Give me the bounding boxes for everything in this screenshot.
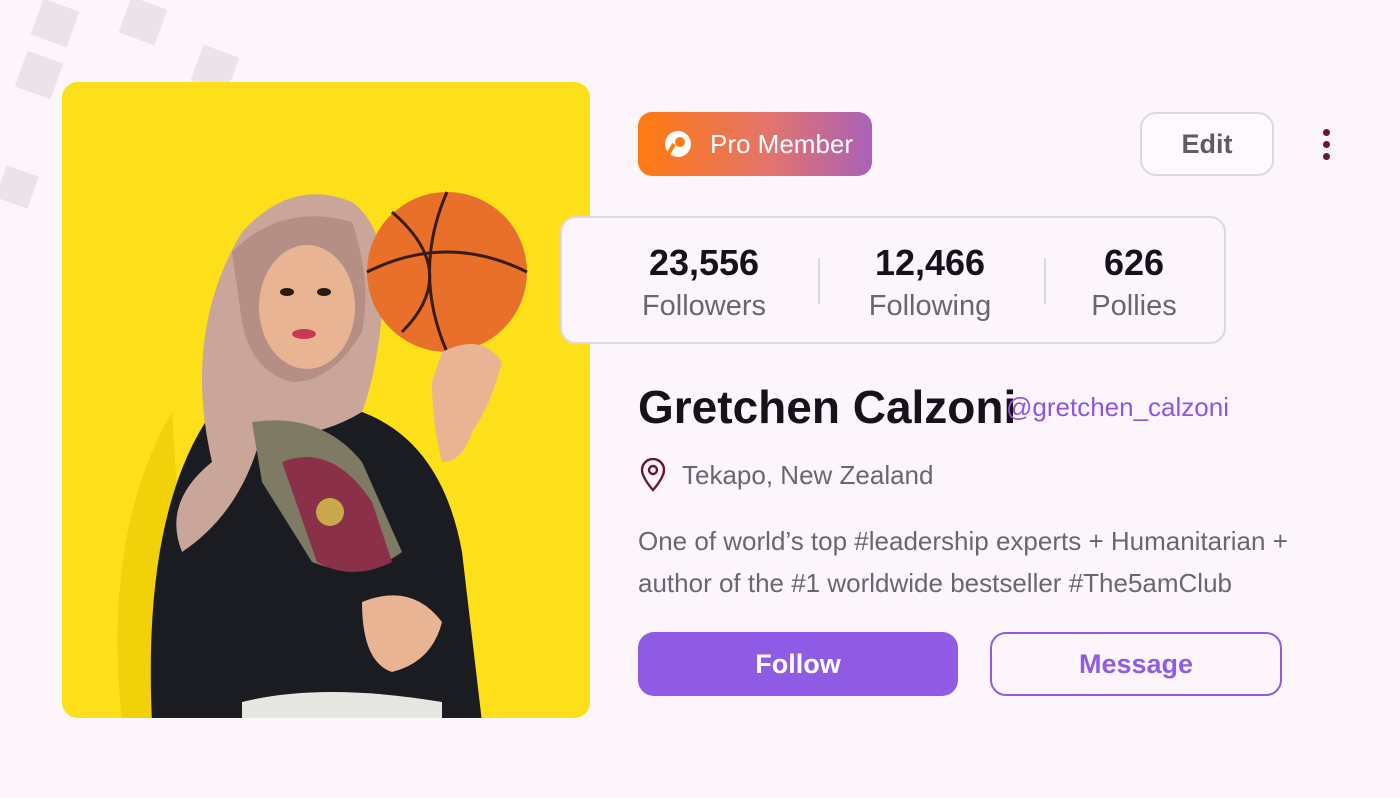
profile-photo xyxy=(62,82,590,718)
more-vertical-icon[interactable] xyxy=(1312,124,1340,164)
pro-logo-icon xyxy=(664,131,691,159)
stat-followers[interactable]: 23,556 Followers xyxy=(604,240,804,326)
stat-following[interactable]: 12,466 Following xyxy=(830,240,1030,326)
followers-label: Followers xyxy=(641,290,767,322)
stats-card: 23,556 Followers 12,466 Following 626 Po… xyxy=(560,216,1226,344)
profile-bio: One of world’s top #leadership experts +… xyxy=(638,526,1288,598)
pollies-count: 626 xyxy=(1103,242,1165,283)
location-text: Tekapo, New Zealand xyxy=(682,459,934,490)
more-dot xyxy=(1322,152,1330,160)
profile-name: Gretchen Calzoni xyxy=(638,381,1017,433)
pro-member-label: Pro Member xyxy=(710,128,854,159)
more-dot xyxy=(1322,128,1330,136)
pro-member-badge: Pro Member xyxy=(638,112,872,176)
map-pin-icon xyxy=(640,458,666,492)
profile-handle[interactable]: @gretchen_calzoni xyxy=(1006,392,1229,423)
following-count: 12,466 xyxy=(874,242,986,283)
edit-button[interactable]: Edit xyxy=(1140,112,1274,176)
more-dot xyxy=(1322,140,1330,148)
stat-pollies[interactable]: 626 Pollies xyxy=(1034,240,1234,326)
pollies-label: Pollies xyxy=(1091,290,1177,322)
following-label: Following xyxy=(868,290,992,322)
stat-divider xyxy=(818,258,820,304)
follow-button[interactable]: Follow xyxy=(638,632,958,696)
followers-count: 23,556 xyxy=(648,242,760,283)
message-button[interactable]: Message xyxy=(990,632,1282,696)
profile-photo-illustration xyxy=(62,82,590,718)
location: Tekapo, New Zealand xyxy=(638,458,933,492)
